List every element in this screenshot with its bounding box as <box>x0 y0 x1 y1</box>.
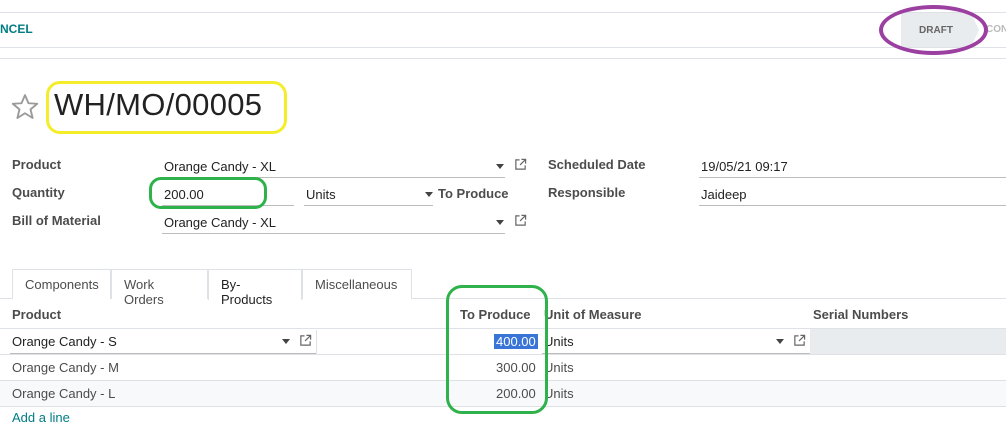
column-header-uom[interactable]: Unit of Measure <box>544 307 642 322</box>
table-row-uom[interactable]: Units <box>544 386 574 401</box>
scheduled-date-underline <box>699 177 1006 178</box>
uom-field-underline <box>304 205 433 206</box>
bom-field-underline <box>162 233 505 234</box>
cell-divider <box>316 330 317 354</box>
column-header-serial[interactable]: Serial Numbers <box>813 307 908 322</box>
product-label: Product <box>12 157 62 172</box>
bom-label: Bill of Material <box>12 213 101 228</box>
row-product-field[interactable]: Orange Candy - S <box>12 334 117 349</box>
external-link-icon[interactable] <box>514 214 527 227</box>
annotation-highlight-title <box>46 81 287 134</box>
cancel-button[interactable]: NCEL <box>0 22 33 36</box>
column-header-product[interactable]: Product <box>12 307 61 322</box>
scheduled-date-label: Scheduled Date <box>548 157 646 172</box>
chevron-down-icon[interactable] <box>776 339 784 344</box>
quantity-label: Quantity <box>12 185 65 200</box>
tab-work-orders[interactable]: Work Orders <box>111 269 208 307</box>
status-confirmed[interactable]: CON <box>986 24 1006 35</box>
table-row-product[interactable]: Orange Candy - L <box>12 386 115 401</box>
uom-field[interactable]: Units <box>306 187 336 202</box>
sheet-divider <box>0 58 1006 59</box>
to-produce-label: To Produce <box>438 186 509 201</box>
serial-number-cell[interactable] <box>810 329 1006 354</box>
annotation-highlight-to-produce <box>446 285 548 414</box>
annotation-highlight-quantity <box>149 177 267 209</box>
table-row-uom[interactable]: Units <box>544 360 574 375</box>
chevron-down-icon[interactable] <box>496 164 504 169</box>
external-link-icon[interactable] <box>793 334 806 347</box>
add-line-link[interactable]: Add a line <box>12 410 70 425</box>
bom-field[interactable]: Orange Candy - XL <box>164 215 276 230</box>
star-icon[interactable] <box>10 92 40 122</box>
tab-components[interactable]: Components <box>12 269 111 299</box>
chevron-down-icon[interactable] <box>496 220 504 225</box>
tab-miscellaneous[interactable]: Miscellaneous <box>302 269 412 299</box>
annotation-highlight-status <box>879 5 988 55</box>
chevron-down-icon[interactable] <box>425 192 433 197</box>
product-field[interactable]: Orange Candy - XL <box>164 159 276 174</box>
external-link-icon[interactable] <box>514 158 527 171</box>
external-link-icon[interactable] <box>299 334 312 347</box>
tab-by-products[interactable]: By-Products <box>208 269 302 307</box>
row-uom-field[interactable]: Units <box>544 334 574 349</box>
responsible-label: Responsible <box>548 185 626 200</box>
status-bar <box>0 12 1006 48</box>
scheduled-date-field[interactable]: 19/05/21 09:17 <box>701 159 788 174</box>
responsible-field[interactable]: Jaideep <box>701 187 747 202</box>
responsible-underline <box>699 205 1006 206</box>
chevron-down-icon[interactable] <box>282 339 290 344</box>
table-row-product[interactable]: Orange Candy - M <box>12 360 119 375</box>
